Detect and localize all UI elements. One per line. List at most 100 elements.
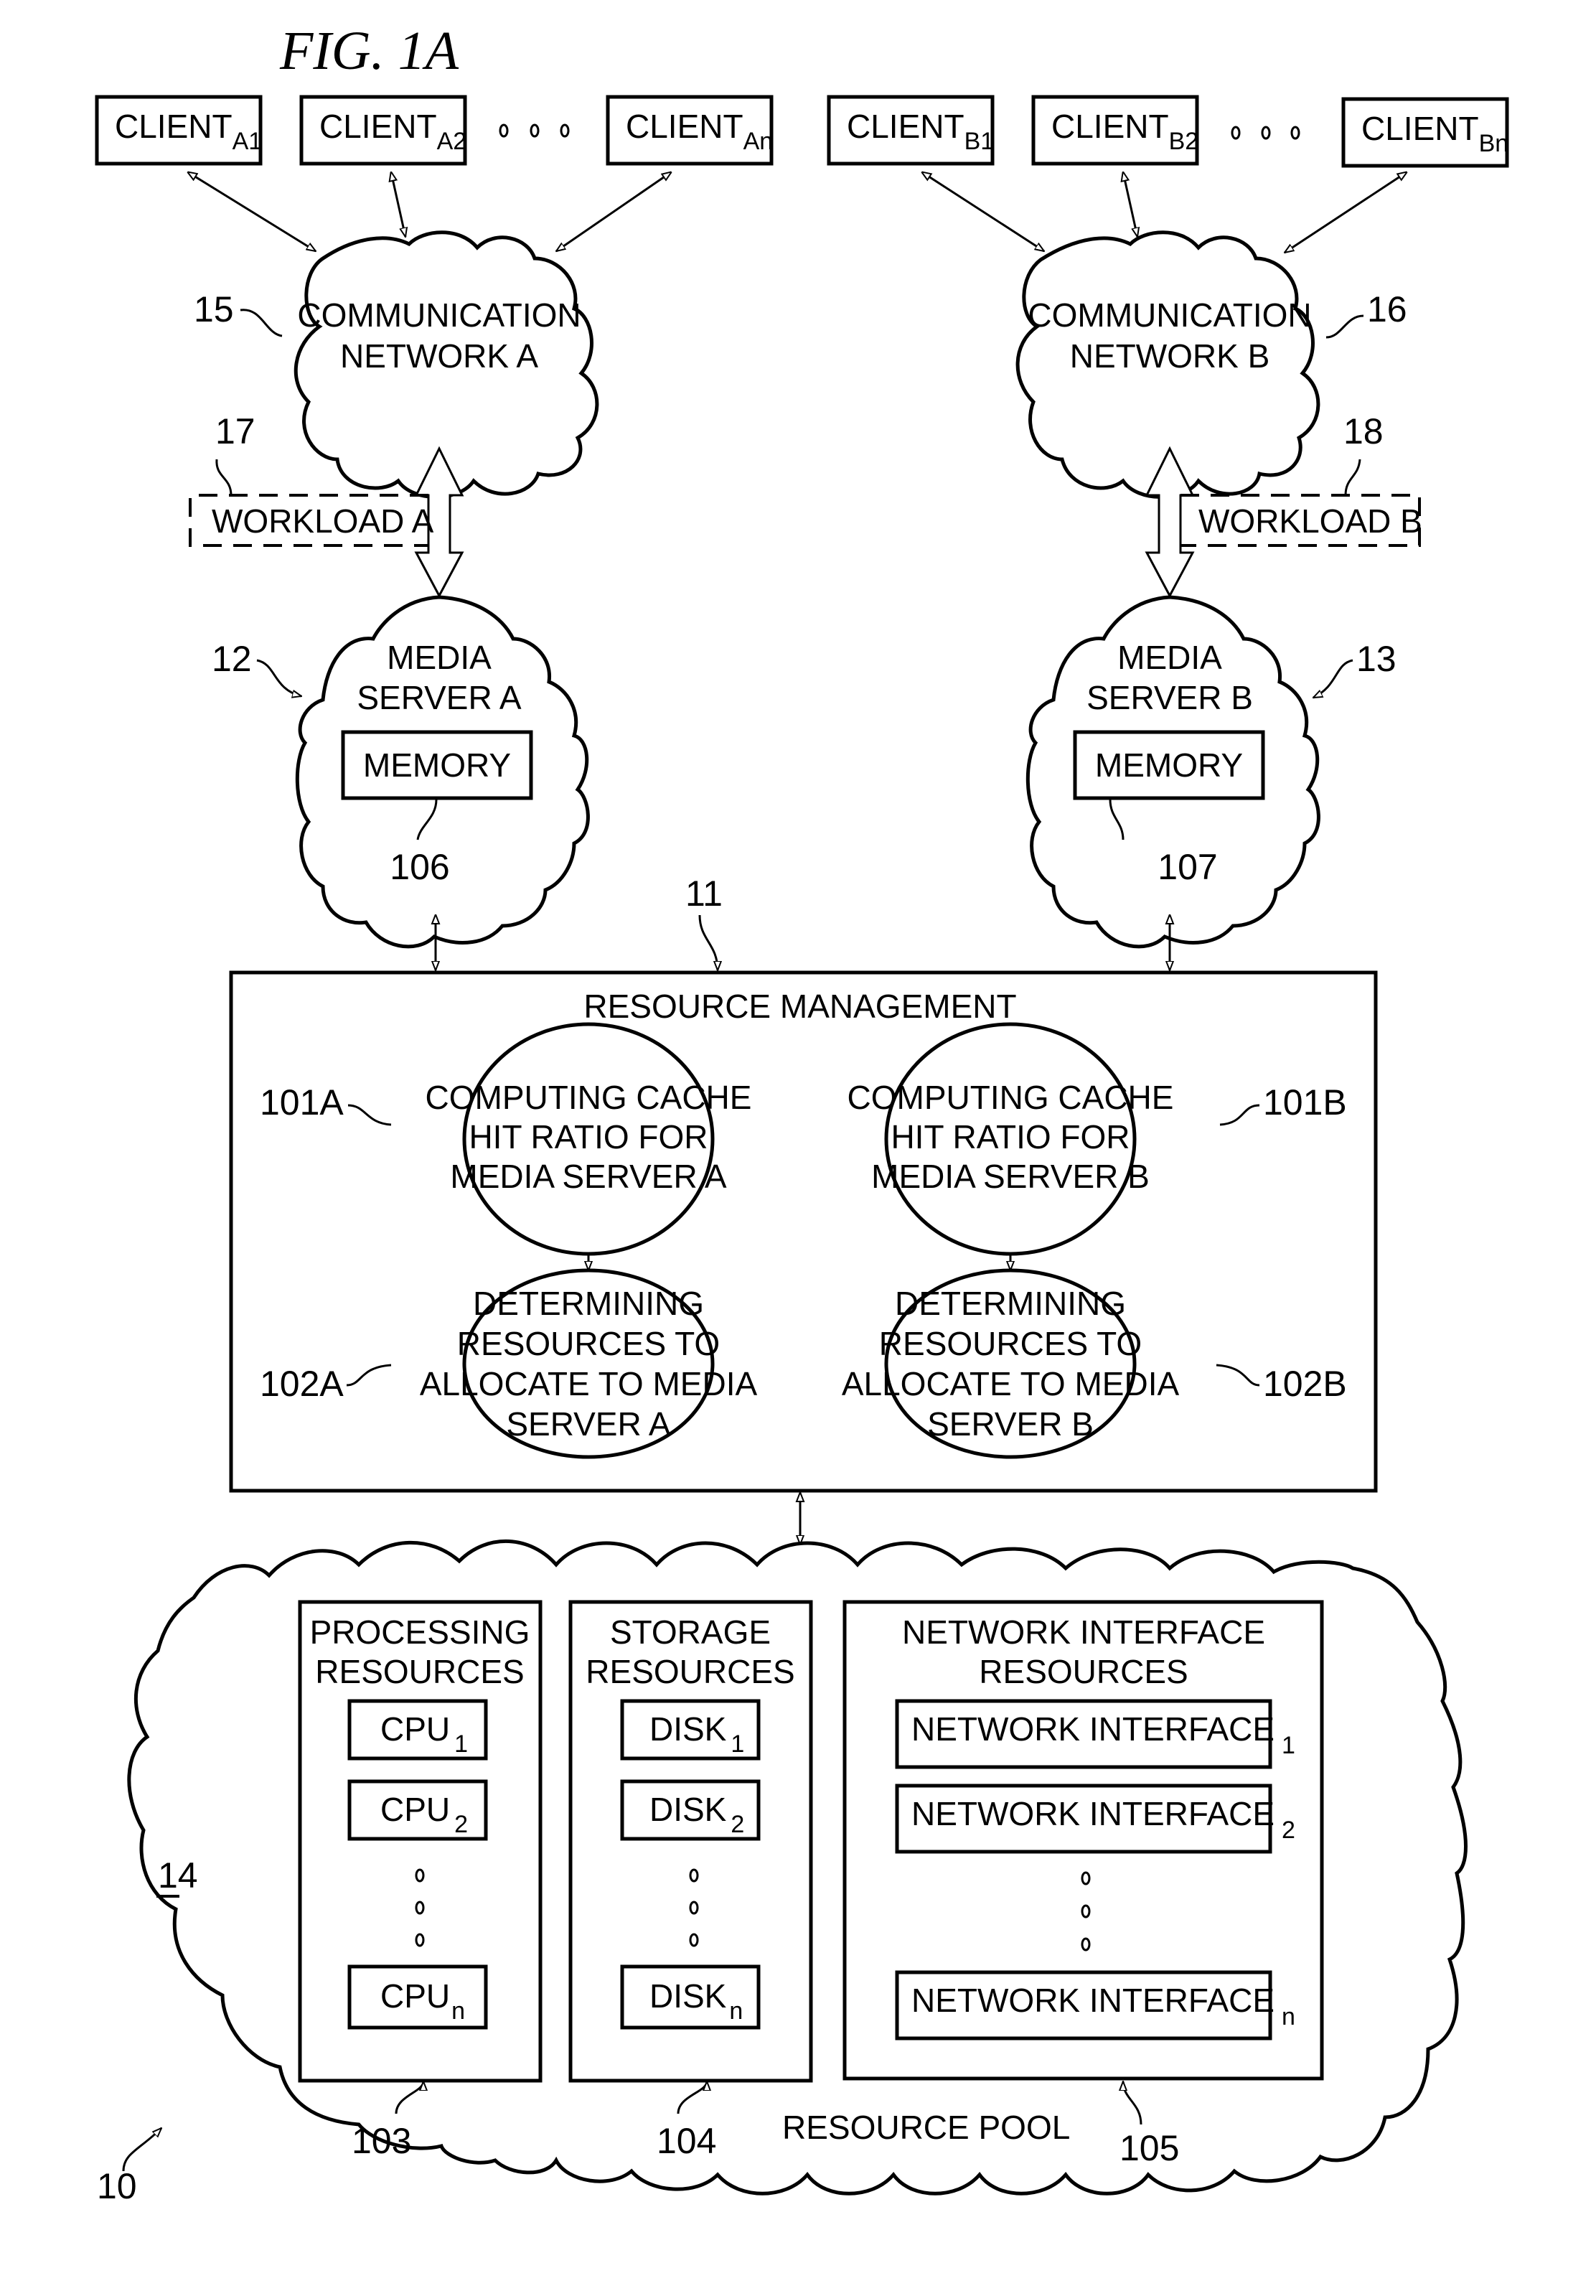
ref-107: 107 — [1158, 847, 1217, 887]
memory-b-label: MEMORY — [1095, 746, 1243, 784]
step-b2-line4: SERVER B — [927, 1405, 1094, 1443]
network-interface-n: NETWORK INTERFACE n — [895, 1970, 1295, 2040]
ref-12: 12 — [212, 639, 252, 679]
ref-101a: 101A — [260, 1082, 344, 1123]
disk-label: DISK — [649, 1791, 727, 1828]
network-interface-subscript: n — [1282, 2003, 1295, 2030]
disk-label: DISK — [649, 1977, 727, 2015]
client-label: CLIENT — [115, 108, 233, 145]
workload-b: WORKLOAD B — [1180, 494, 1422, 547]
media-server-b-line1: MEDIA — [1117, 639, 1222, 676]
cpu-subscript: 1 — [454, 1730, 468, 1758]
storage-resources: STORAGE RESOURCES DISK 1 DISK 2 DISK n — [568, 1600, 813, 2083]
step-a1-line3: MEDIA SERVER A — [450, 1158, 727, 1195]
step-b1-line3: MEDIA SERVER B — [871, 1158, 1150, 1195]
patent-figure: FIG. 1A CLIENTA1 CLIENTA2 CLIENTAn CLIEN… — [95, 21, 1509, 2206]
ellipsis-dots-b — [1231, 126, 1300, 140]
memory-b: MEMORY — [1073, 730, 1265, 800]
network-interface-1: NETWORK INTERFACE 1 — [895, 1699, 1295, 1769]
client-bn: CLIENTBn — [1341, 97, 1509, 168]
leader-16 — [1325, 314, 1364, 339]
workload-a-label: WORKLOAD A — [212, 502, 434, 540]
network-interface-label: NETWORK INTERFACE — [911, 1795, 1275, 1832]
ellipsis-dots-disk — [689, 1868, 699, 1947]
processing-resources: PROCESSING RESOURCES CPU 1 CPU 2 CPUn — [298, 1600, 543, 2083]
cpu-subscript: n — [451, 1997, 465, 2025]
resource-management: RESOURCE MANAGEMENT COMPUTING CACHE HIT … — [229, 970, 1378, 1493]
client-b1: CLIENTB1 — [827, 95, 995, 166]
disk-subscript: 1 — [731, 1730, 744, 1758]
network-interface-subscript: 1 — [1282, 1732, 1295, 1759]
leader-10 — [122, 2128, 161, 2172]
client-subscript: A1 — [233, 128, 263, 155]
cpu-n: CPUn — [347, 1964, 488, 2030]
client-subscript: B2 — [1169, 128, 1199, 155]
step-a1-line1: COMPUTING CACHE — [426, 1079, 752, 1116]
memory-a-label: MEMORY — [363, 746, 511, 784]
cpu-label: CPU — [380, 1710, 450, 1748]
disk-2: DISK 2 — [620, 1779, 761, 1841]
media-server-a: MEDIA SERVER A MEMORY 106 — [295, 595, 590, 949]
ref-101b: 101B — [1263, 1082, 1347, 1123]
client-an: CLIENTAn — [606, 95, 774, 166]
client-a2: CLIENTA2 — [299, 95, 467, 166]
ref-15: 15 — [194, 289, 234, 329]
ref-106: 106 — [390, 847, 449, 887]
ref-13: 13 — [1356, 639, 1396, 679]
network-title-line1: NETWORK INTERFACE — [902, 1613, 1265, 1651]
step-b1-line2: HIT RATIO FOR — [891, 1118, 1130, 1156]
client-a1: CLIENTA1 — [95, 95, 263, 166]
ref-14: 14 — [158, 1855, 198, 1896]
media-server-b: MEDIA SERVER B MEMORY 107 — [1025, 595, 1320, 949]
network-interface-resources: NETWORK INTERFACE RESOURCES NETWORK INTE… — [842, 1600, 1324, 2081]
memory-a: MEMORY — [341, 730, 533, 800]
communication-network-a: COMMUNICATION NETWORK A — [294, 230, 599, 499]
cpu-2: CPU 2 — [347, 1779, 488, 1841]
ref-18: 18 — [1343, 411, 1384, 451]
ellipsis-dots-cpu — [415, 1868, 425, 1947]
client-label: CLIENT — [626, 108, 743, 145]
disk-subscript: 2 — [731, 1811, 744, 1838]
step-b2-line2: RESOURCES TO — [879, 1325, 1142, 1362]
client-subscript: Bn — [1479, 130, 1509, 157]
cpu-label: CPU — [380, 1791, 450, 1828]
storage-title-line1: STORAGE — [610, 1613, 771, 1651]
ref-10: 10 — [97, 2166, 137, 2206]
resource-pool-label: RESOURCE POOL — [782, 2109, 1070, 2146]
leader-18 — [1344, 459, 1361, 496]
step-b1-line1: COMPUTING CACHE — [848, 1079, 1174, 1116]
step-a2-line4: SERVER A — [506, 1405, 671, 1443]
step-a2-line2: RESOURCES TO — [457, 1325, 720, 1362]
step-b2-line1: DETERMINING — [895, 1285, 1126, 1322]
network-a-line1: COMMUNICATION — [297, 296, 581, 334]
cpu-subscript: 2 — [454, 1811, 468, 1838]
client-subscript: A2 — [437, 128, 467, 155]
workload-b-label: WORKLOAD B — [1198, 502, 1422, 540]
figure-title: FIG. 1A — [279, 21, 459, 81]
network-b-line2: NETWORK B — [1070, 337, 1270, 375]
media-server-b-line2: SERVER B — [1086, 679, 1253, 716]
network-interface-2: NETWORK INTERFACE 2 — [895, 1784, 1295, 1854]
cpu-label: CPU — [380, 1977, 450, 2015]
network-interface-label: NETWORK INTERFACE — [911, 1710, 1275, 1748]
leader-15 — [240, 309, 283, 337]
processing-title-line2: RESOURCES — [315, 1653, 524, 1690]
disk-subscript: n — [729, 1997, 743, 2025]
media-server-a-line2: SERVER A — [357, 679, 522, 716]
media-server-a-line1: MEDIA — [387, 639, 492, 676]
network-interface-subscript: 2 — [1282, 1817, 1295, 1844]
step-a2-line1: DETERMINING — [473, 1285, 704, 1322]
ellipsis-dots-a — [499, 123, 570, 138]
ref-16: 16 — [1367, 289, 1407, 329]
leader-13 — [1313, 659, 1353, 699]
leader-12 — [256, 659, 301, 696]
network-interface-label: NETWORK INTERFACE — [911, 1982, 1275, 2019]
client-subscript: B1 — [964, 128, 995, 155]
storage-title-line2: RESOURCES — [586, 1653, 794, 1690]
leader-11 — [698, 914, 718, 970]
step-b2-line3: ALLOCATE TO MEDIA — [842, 1365, 1180, 1402]
step-a1-line2: HIT RATIO FOR — [469, 1118, 708, 1156]
disk-n: DISK n — [620, 1964, 761, 2030]
processing-title-line1: PROCESSING — [310, 1613, 530, 1651]
ref-102b: 102B — [1263, 1364, 1347, 1404]
